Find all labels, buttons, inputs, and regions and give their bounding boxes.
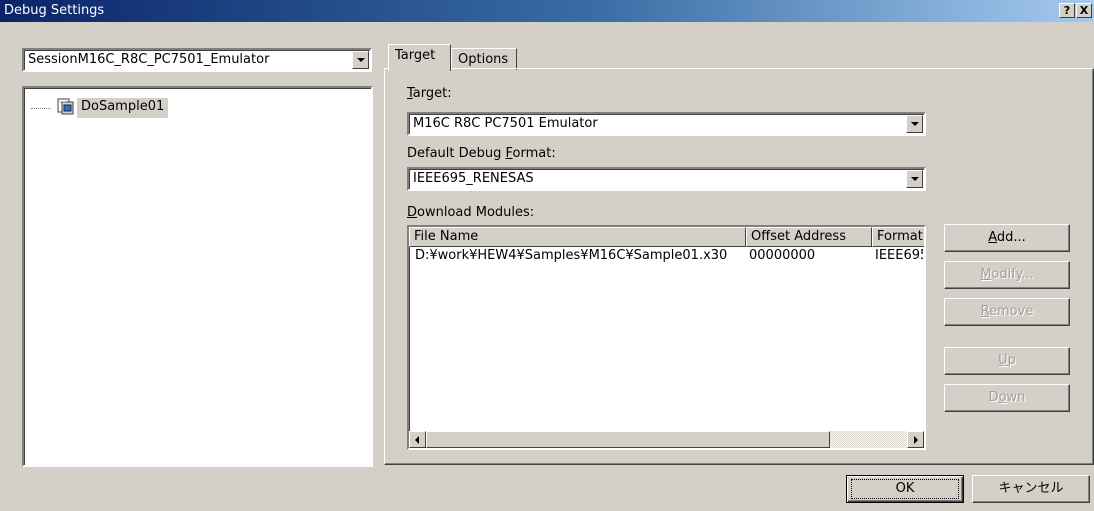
move-down-button[interactable]: Down [944,384,1070,412]
column-header-format[interactable]: Format [872,227,924,247]
download-modules-list[interactable]: File Name Offset Address Format D:¥work¥… [407,225,926,450]
title-bar[interactable]: Debug Settings ? X [0,0,1094,22]
tab-target-label: Target [395,48,436,63]
scroll-left-icon[interactable] [409,431,426,448]
tree-connector [31,108,51,109]
scrollbar-track[interactable] [830,431,907,448]
session-icon [57,98,74,115]
session-select-value: SessionM16C_R8C_PC7501_Emulator [28,52,270,67]
column-header-offset-address[interactable]: Offset Address [746,227,872,247]
tab-target[interactable]: Target [388,44,451,71]
window-title: Debug Settings [4,3,105,18]
scroll-right-icon[interactable] [907,431,924,448]
target-dropdown-icon[interactable] [906,115,923,133]
debug-format-select[interactable]: IEEE695_RENESAS [407,167,926,191]
focus-rect [851,479,959,499]
download-modules-label: Download Modules: [407,205,535,220]
scrollbar-thumb[interactable] [426,431,830,448]
target-select[interactable]: M16C R8C PC7501 Emulator [407,112,926,136]
session-tree[interactable]: DoSample01 [22,86,373,467]
debug-format-dropdown-icon[interactable] [906,170,923,188]
help-button[interactable]: ? [1059,3,1075,18]
close-button[interactable]: X [1076,3,1092,18]
session-select[interactable]: SessionM16C_R8C_PC7501_Emulator [22,48,372,72]
tree-item[interactable]: DoSample01 [77,98,169,118]
column-header-file-name[interactable]: File Name [409,227,746,247]
target-label: Target: [407,86,452,101]
tree-item-label: DoSample01 [81,99,165,114]
move-up-button[interactable]: Up [944,347,1070,375]
tab-options-label: Options [458,52,509,67]
ok-button[interactable]: OK [846,475,964,503]
debug-format-label: Default Debug Format: [407,146,556,161]
debug-format-value: IEEE695_RENESAS [413,171,534,186]
cancel-button-label: キャンセル [998,481,1064,496]
session-dropdown-icon[interactable] [352,51,369,69]
cell-format: IEEE695_RENESAS [875,248,923,263]
target-select-value: M16C R8C PC7501 Emulator [413,116,598,131]
tab-options[interactable]: Options [451,48,517,70]
remove-button[interactable]: Remove [944,298,1070,326]
add-button[interactable]: Add... [944,224,1070,252]
cell-file-name: D:¥work¥HEW4¥Samples¥M16C¥Sample01.x30 [415,248,728,263]
cell-offset-address: 00000000 [749,248,816,263]
modify-button[interactable]: Modify... [944,261,1070,289]
cancel-button[interactable]: キャンセル [972,475,1090,503]
